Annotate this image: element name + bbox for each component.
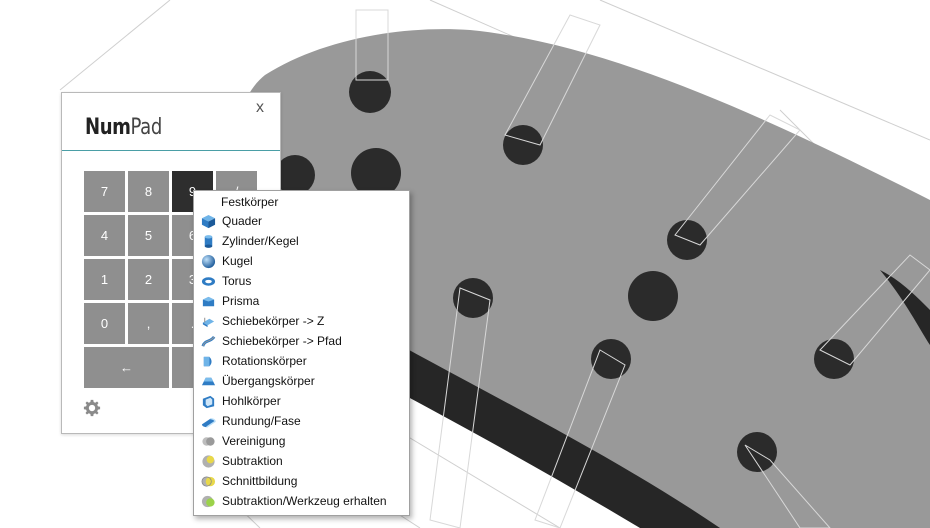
menu-item-subtraktion[interactable]: Subtraktion: [196, 451, 407, 471]
subtract-icon: [201, 454, 216, 469]
title-divider: [62, 150, 280, 151]
key-1[interactable]: 1: [84, 259, 125, 300]
key-4[interactable]: 4: [84, 215, 125, 256]
menu-item-rotationskörper[interactable]: Rotationskörper: [196, 351, 407, 371]
menu-item-schnittbildung[interactable]: Schnittbildung: [196, 471, 407, 491]
menu-item-hohlkörper[interactable]: Hohlkörper: [196, 391, 407, 411]
menu-item-vereinigung[interactable]: Vereinigung: [196, 431, 407, 451]
menu-item-rundung-fase[interactable]: Rundung/Fase: [196, 411, 407, 431]
extrude-path-icon: [201, 334, 216, 349]
prism-icon: [201, 294, 216, 309]
menu-item-label: Schnittbildung: [222, 474, 298, 488]
menu-item-label: Vereinigung: [222, 434, 286, 448]
union-icon: [201, 434, 216, 449]
menu-item-zylinder-kegel[interactable]: Zylinder/Kegel: [196, 231, 407, 251]
menu-item-label: Übergangskörper: [222, 374, 315, 388]
menu-item-label: Prisma: [222, 294, 260, 308]
cube-icon: [201, 214, 216, 229]
menu-item-schiebekörper-pfad[interactable]: Schiebekörper -> Pfad: [196, 331, 407, 351]
menu-item-label: Schiebekörper -> Pfad: [222, 334, 342, 348]
menu-item-label: Torus: [222, 274, 252, 288]
key-2[interactable]: 2: [128, 259, 169, 300]
solids-context-menu: Festkörper Quader Zylinder/Kegel Kugel Toru…: [193, 190, 410, 516]
menu-item-label: Kugel: [222, 254, 253, 268]
key-5[interactable]: 5: [128, 215, 169, 256]
menu-item-quader[interactable]: Quader: [196, 211, 407, 231]
menu-item-label: Quader: [222, 214, 263, 228]
menu-item-label: Subtraktion/Werkzeug erhalten: [222, 494, 387, 508]
key-backspace[interactable]: ←: [84, 347, 169, 388]
cylinder-icon: [201, 234, 216, 249]
shell-icon: [201, 394, 216, 409]
gear-icon[interactable]: [83, 399, 101, 417]
menu-item-übergangskörper[interactable]: Übergangskörper: [196, 371, 407, 391]
menu-item-schiebekörper-z[interactable]: Schiebekörper -> Z: [196, 311, 407, 331]
key-comma[interactable]: ,: [128, 303, 169, 344]
menu-item-label: Hohlkörper: [222, 394, 281, 408]
extrude-z-icon: [201, 314, 216, 329]
revolve-icon: [201, 354, 216, 369]
menu-item-label: Rotationskörper: [222, 354, 307, 368]
key-8[interactable]: 8: [128, 171, 169, 212]
numpad-title: NumPad: [85, 115, 162, 140]
key-7[interactable]: 7: [84, 171, 125, 212]
menu-item-label: Zylinder/Kegel: [222, 234, 299, 248]
fillet-icon: [201, 414, 216, 429]
menu-item-prisma[interactable]: Prisma: [196, 291, 407, 311]
menu-item-label: Rundung/Fase: [222, 414, 301, 428]
menu-item-label: Schiebekörper -> Z: [222, 314, 325, 328]
loft-icon: [201, 374, 216, 389]
menu-item-subtraktion-werkzeug-erhalten[interactable]: Subtraktion/Werkzeug erhalten: [196, 491, 407, 511]
key-0[interactable]: 0: [84, 303, 125, 344]
close-icon[interactable]: x: [256, 99, 264, 117]
menu-item-label: Subtraktion: [222, 454, 283, 468]
intersect-icon: [201, 474, 216, 489]
sphere-icon: [201, 254, 216, 269]
menu-header: Festkörper: [221, 195, 279, 209]
menu-item-kugel[interactable]: Kugel: [196, 251, 407, 271]
menu-item-torus[interactable]: Torus: [196, 271, 407, 291]
torus-icon: [201, 274, 216, 289]
subtract-keep-icon: [201, 494, 216, 509]
